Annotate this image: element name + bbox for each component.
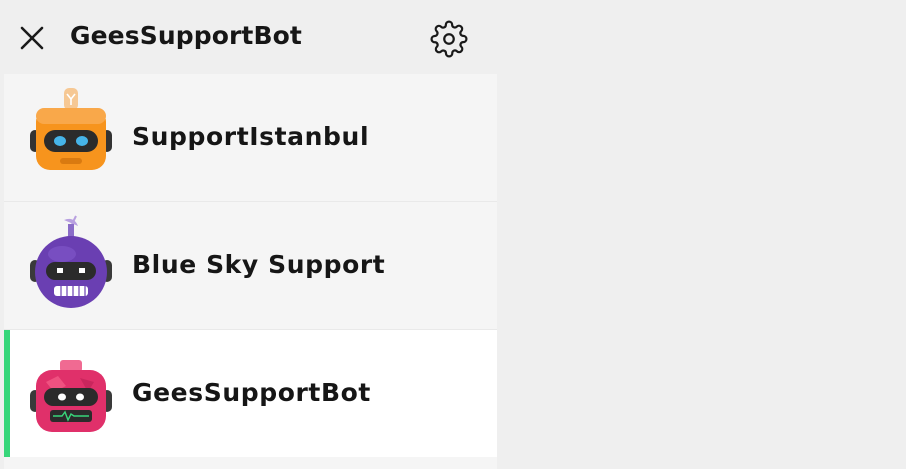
list-item-label: Blue Sky Support (132, 250, 386, 279)
avatar (28, 214, 114, 314)
settings-button[interactable] (430, 20, 468, 58)
list-item-label: SupportIstanbul (132, 122, 370, 151)
active-indicator (4, 330, 10, 457)
orange-robot-avatar-icon (30, 88, 112, 170)
avatar (28, 342, 114, 442)
list-item-geessupportbot[interactable]: GeesSupportBot (4, 330, 497, 458)
list-item-label: GeesSupportBot (132, 378, 371, 407)
avatar (28, 86, 114, 186)
close-button[interactable] (19, 25, 45, 51)
list-item-supportistanbul[interactable]: SupportIstanbul (4, 74, 497, 202)
close-icon (20, 26, 44, 50)
header: GeesSupportBot (0, 0, 497, 74)
list-item-blue-sky-support[interactable]: Blue Sky Support (4, 202, 497, 330)
gear-icon (430, 20, 468, 58)
bot-list: SupportIstanbul Blue Sky Support GeesSup… (4, 74, 497, 469)
pink-robot-avatar-icon (30, 360, 112, 432)
list-bottom-spacer (4, 457, 497, 469)
page-title: GeesSupportBot (70, 21, 302, 50)
purple-robot-avatar-icon (30, 215, 112, 308)
